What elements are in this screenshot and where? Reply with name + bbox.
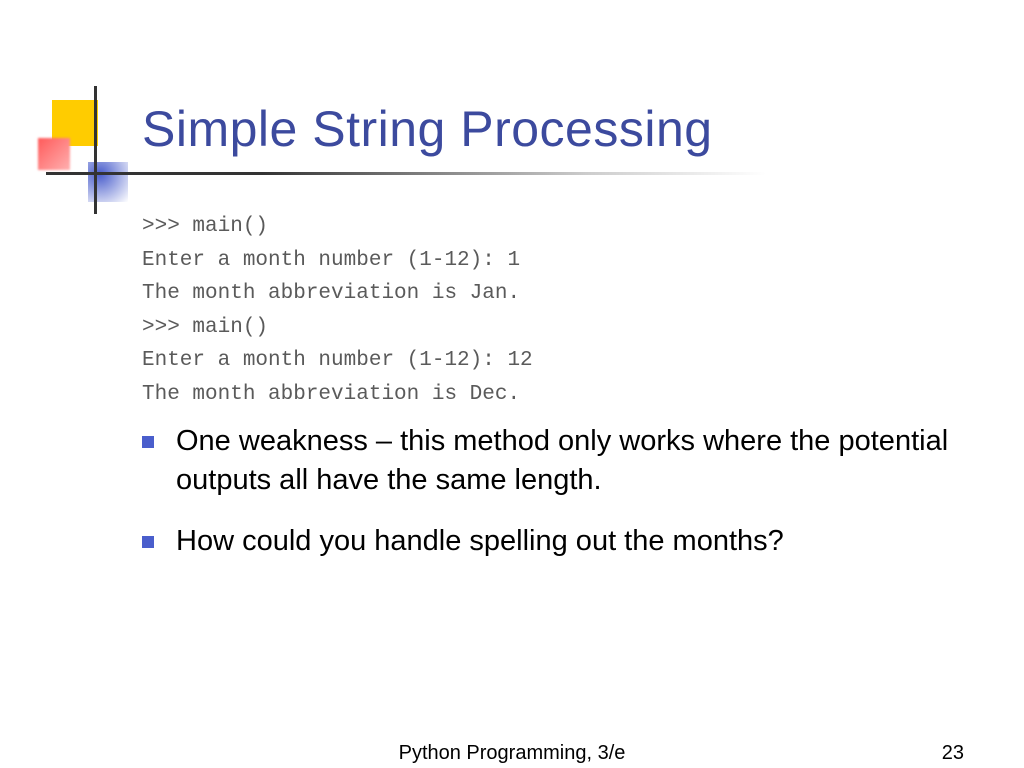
- code-line: Enter a month number (1-12): 12: [142, 349, 533, 372]
- bullet-square-icon: [142, 536, 154, 548]
- list-item: How could you handle spelling out the mo…: [142, 522, 982, 561]
- bullet-text: How could you handle spelling out the mo…: [176, 522, 784, 561]
- vertical-rule: [94, 86, 97, 214]
- code-line: >>> main(): [142, 316, 268, 339]
- red-square-icon: [38, 138, 70, 170]
- page-number: 23: [942, 742, 964, 765]
- horizontal-rule: [46, 172, 766, 175]
- bullet-list: One weakness – this method only works wh…: [142, 422, 982, 583]
- code-line: >>> main(): [142, 215, 268, 238]
- bullet-square-icon: [142, 436, 154, 448]
- slide-title: Simple String Processing: [142, 100, 713, 158]
- bullet-text: One weakness – this method only works wh…: [176, 422, 982, 500]
- code-block: >>> main() Enter a month number (1-12): …: [142, 210, 533, 412]
- slide-decoration: [38, 100, 128, 210]
- code-line: The month abbreviation is Dec.: [142, 383, 520, 406]
- footer-text: Python Programming, 3/e: [0, 742, 1024, 765]
- list-item: One weakness – this method only works wh…: [142, 422, 982, 500]
- code-line: Enter a month number (1-12): 1: [142, 249, 520, 272]
- code-line: The month abbreviation is Jan.: [142, 282, 520, 305]
